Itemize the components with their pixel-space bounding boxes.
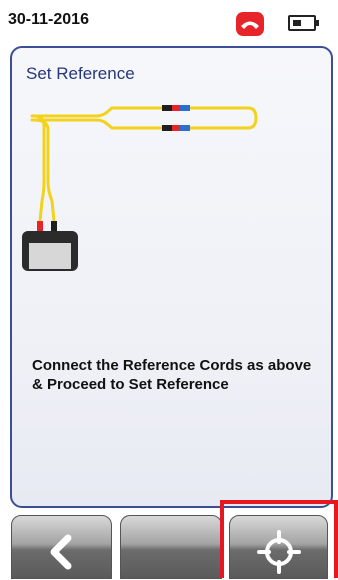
reference-panel: Set Reference Connect the Reference Cord [10,46,333,508]
tester-device-icon [22,231,78,271]
set-reference-button[interactable] [229,515,328,579]
back-button[interactable] [11,515,112,579]
back-arrow-icon [50,534,72,570]
reference-cord-diagram [22,105,258,271]
crosshair-icon [257,530,301,574]
connector-adapter [162,105,190,131]
instructions-text: Connect the Reference Cords as above & P… [32,357,312,393]
blank-softkey-button[interactable] [120,515,222,579]
panel-title: Set Reference [26,64,135,83]
battery-icon [288,15,319,31]
bottom-toolbar [0,508,338,579]
date-label: 30-11-2016 [8,11,89,28]
status-bar: 30-11-2016 [0,0,338,42]
phone-hangup-icon[interactable] [236,12,264,36]
